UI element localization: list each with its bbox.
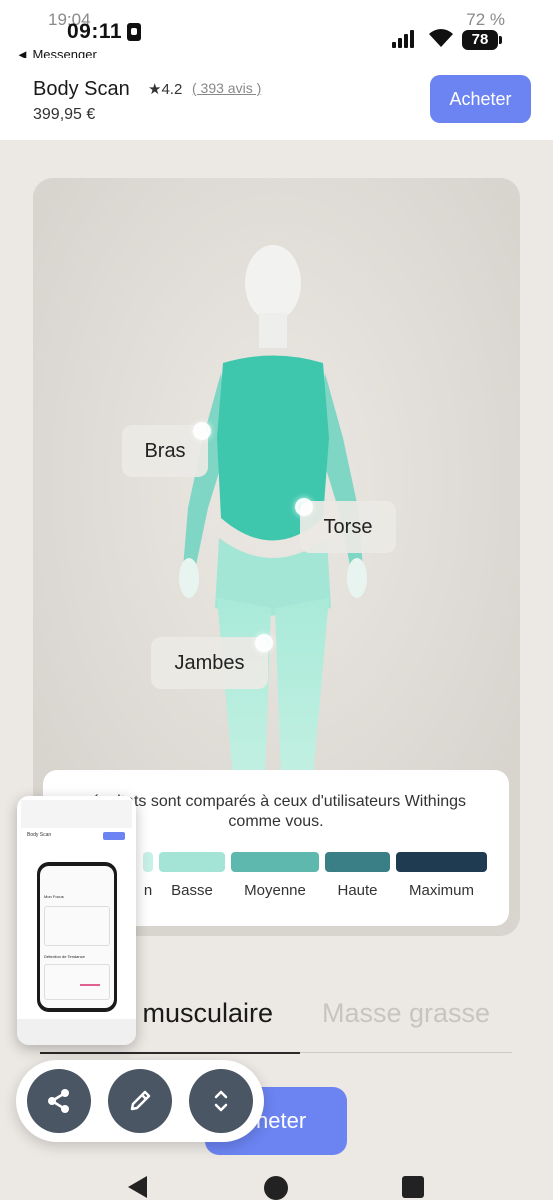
label-torso[interactable]: Torse xyxy=(300,501,396,553)
reviews-link[interactable]: ( 393 avis ) xyxy=(192,80,261,96)
product-rating: ★4.2 xyxy=(148,81,183,98)
arms-marker[interactable] xyxy=(193,422,211,440)
floating-action-bar xyxy=(16,1060,264,1142)
android-nav-bar xyxy=(0,1160,553,1200)
expand-button[interactable] xyxy=(189,1069,253,1133)
legend-label-very-low: n xyxy=(143,882,153,899)
pencil-icon xyxy=(130,1090,151,1111)
torso-marker[interactable] xyxy=(295,498,313,516)
buy-button-header[interactable]: Acheter xyxy=(430,75,531,123)
legend-bar-high xyxy=(325,852,390,872)
share-icon xyxy=(48,1089,69,1113)
preview-buy-button xyxy=(103,832,125,840)
product-header: Body Scan ★4.2 ( 393 avis ) 399,95 € Ach… xyxy=(0,58,553,140)
lock-icon xyxy=(127,23,141,41)
battery-icon: 78 xyxy=(462,30,502,50)
legend-bar-low xyxy=(159,852,225,872)
legend-label-low: Basse xyxy=(171,882,213,899)
status-time: 09:11 xyxy=(67,20,123,43)
product-name: Body Scan xyxy=(33,78,130,100)
status-bar: 19:04 09:11 72 % 78 ◄ Messenger xyxy=(0,0,553,62)
legend-bar-medium xyxy=(231,852,319,872)
legend-label-high: Haute xyxy=(337,882,378,899)
nav-home-icon[interactable] xyxy=(264,1176,288,1200)
ghost-battery: 72 % xyxy=(466,10,505,29)
screenshot-preview[interactable]: Body Scan Mon Focus Détection de Tendanc… xyxy=(17,796,136,1045)
legend-bar-maximum xyxy=(396,852,487,872)
preview-nav xyxy=(17,1019,136,1045)
signal-icon xyxy=(392,30,418,48)
tab-muscle-mass[interactable]: e musculaire xyxy=(120,998,273,1029)
legend-label-maximum: Maximum xyxy=(408,882,474,899)
tab-fat-mass[interactable]: Masse grasse xyxy=(322,998,490,1029)
preview-header xyxy=(21,800,132,828)
wifi-icon xyxy=(429,29,453,47)
preview-title: Body Scan xyxy=(27,832,52,838)
legend-bar-very-low xyxy=(143,852,153,872)
nav-recents-icon[interactable] xyxy=(402,1176,424,1198)
preview-focus: Mon Focus xyxy=(44,894,64,899)
product-price: 399,95 € xyxy=(33,106,96,123)
share-button[interactable] xyxy=(27,1069,91,1133)
edit-button[interactable] xyxy=(108,1069,172,1133)
expand-icon xyxy=(214,1090,228,1112)
label-legs[interactable]: Jambes xyxy=(151,637,268,689)
nav-back-icon[interactable] xyxy=(128,1176,147,1198)
preview-trend: Détection de Tendance xyxy=(44,954,85,959)
legend-label-medium: Moyenne xyxy=(244,882,306,899)
legs-marker[interactable] xyxy=(255,634,273,652)
preview-phone: Mon Focus Détection de Tendance xyxy=(37,862,117,1012)
tab-active-indicator xyxy=(40,1052,300,1054)
